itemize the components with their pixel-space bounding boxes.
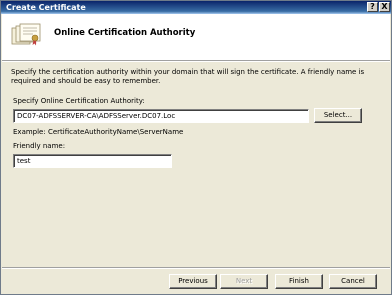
title-bar: Create Certificate ? X <box>1 1 391 14</box>
finish-button[interactable]: Finish <box>275 274 323 289</box>
wizard-header: Online Certification Authority <box>2 14 390 60</box>
help-button[interactable]: ? <box>367 2 378 12</box>
page-title: Online Certification Authority <box>54 28 196 38</box>
ca-input[interactable]: DC07-ADFSSERVER-CA\ADFSServer.DC07.Loc <box>13 109 309 123</box>
ca-example-text: Example: CertificateAuthorityName\Server… <box>13 128 184 136</box>
next-button[interactable]: Next <box>220 274 268 289</box>
friendly-name-label: Friendly name: <box>13 142 66 150</box>
certificate-icon <box>11 23 41 46</box>
previous-button[interactable]: Previous <box>169 274 217 289</box>
select-button[interactable]: Select... <box>314 108 362 123</box>
header-divider <box>2 60 390 62</box>
ca-label: Specify Online Certification Authority: <box>13 97 145 105</box>
description-text: Specify the certification authority with… <box>11 68 365 85</box>
close-button[interactable]: X <box>379 2 390 12</box>
friendly-name-input[interactable]: test <box>13 154 172 168</box>
cancel-button[interactable]: Cancel <box>329 274 377 289</box>
create-certificate-dialog: Create Certificate ? X Online Certificat… <box>0 0 392 295</box>
window-title: Create Certificate <box>6 3 86 12</box>
footer-divider <box>2 267 390 269</box>
